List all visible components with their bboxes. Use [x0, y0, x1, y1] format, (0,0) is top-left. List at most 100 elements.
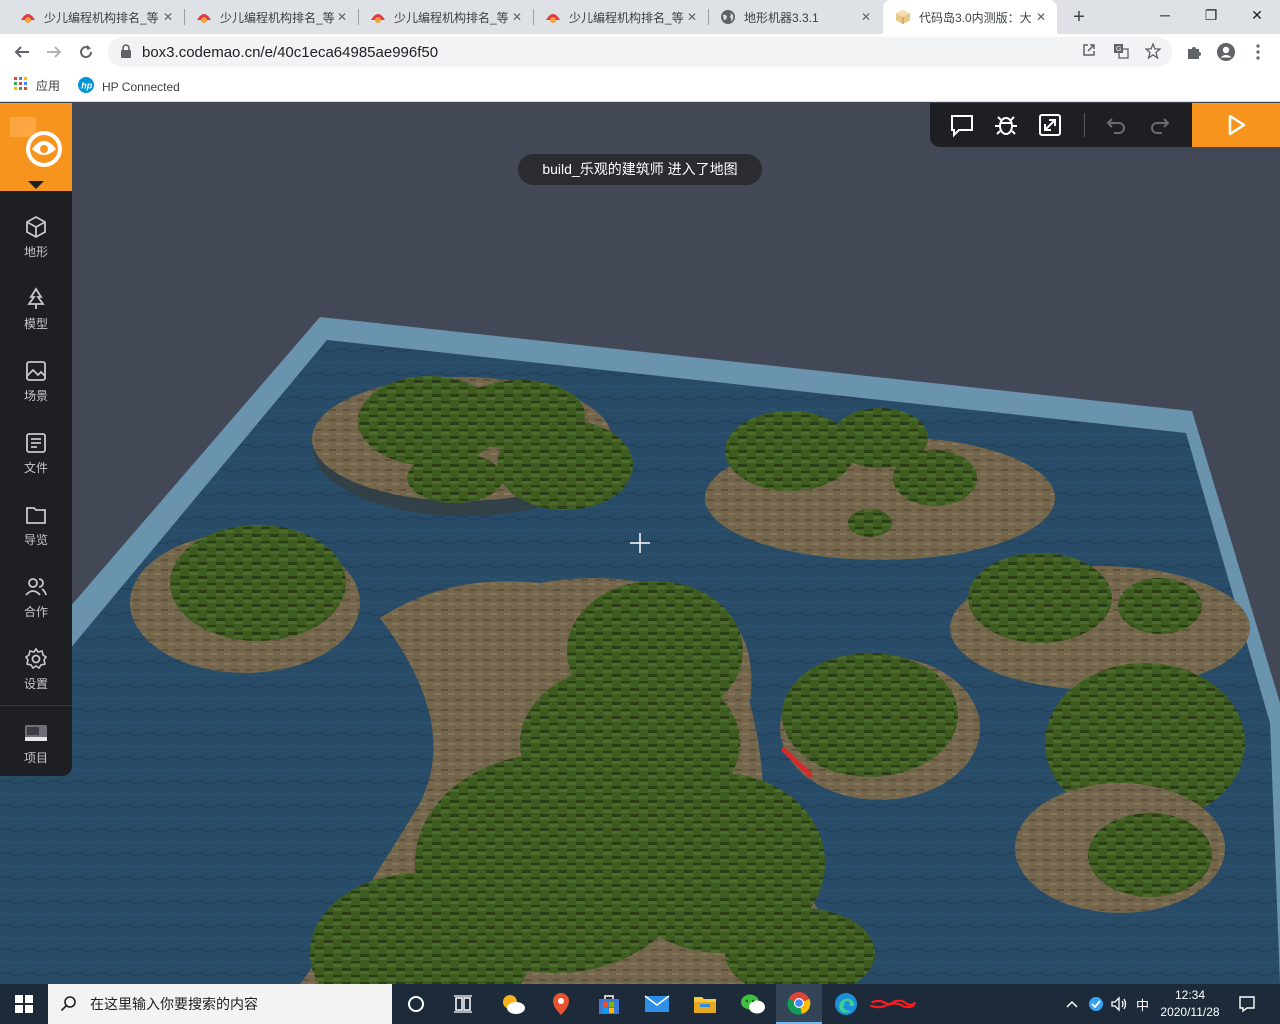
- taskbar-search-box[interactable]: 在这里输入你要搜索的内容: [48, 984, 392, 1024]
- browser-tab[interactable]: 少儿编程机构排名_等 ✕: [358, 0, 533, 34]
- tray-volume[interactable]: [1110, 984, 1128, 1024]
- redo-button[interactable]: [1146, 111, 1174, 139]
- browser-tab[interactable]: 少儿编程机构排名_等 ✕: [8, 0, 184, 34]
- extensions-button[interactable]: [1180, 38, 1208, 66]
- task-view-icon: [454, 995, 472, 1013]
- back-button[interactable]: [8, 38, 36, 66]
- tray-show-hidden[interactable]: [1066, 984, 1078, 1024]
- clock-time: 12:34: [1174, 988, 1206, 1002]
- mail-icon: [644, 995, 670, 1012]
- store-bag-icon: [599, 995, 619, 1014]
- close-tab-icon[interactable]: ✕: [858, 10, 874, 24]
- debug-button[interactable]: [992, 111, 1020, 139]
- sidebar-item-file[interactable]: 文件: [0, 423, 72, 487]
- taskbar-wechat-app[interactable]: [730, 984, 776, 1024]
- browser-tab[interactable]: 少儿编程机构排名_等 ✕: [184, 0, 358, 34]
- sidebar-item-settings[interactable]: 设置: [0, 639, 72, 703]
- taskbar-store-app[interactable]: [586, 984, 632, 1024]
- taskbar-maps-app[interactable]: [538, 984, 584, 1024]
- taskbar-explorer-app[interactable]: [682, 984, 728, 1024]
- close-tab-icon[interactable]: ✕: [334, 10, 350, 24]
- users-icon: [25, 578, 47, 596]
- notification-center-button[interactable]: [1238, 984, 1256, 1024]
- browser-tab-active[interactable]: 代码岛3.0内测版：大 ✕: [883, 0, 1057, 34]
- undo-button[interactable]: [1102, 111, 1130, 139]
- profile-button[interactable]: [1212, 38, 1240, 66]
- sidebar-item-project[interactable]: 项目: [0, 713, 72, 777]
- chrome-icon: [787, 992, 811, 1015]
- file-list-icon: [26, 433, 46, 453]
- restore-button[interactable]: ❐: [1188, 0, 1234, 30]
- codemao-icon: [196, 9, 212, 25]
- cortana-button[interactable]: [393, 984, 439, 1024]
- bookmark-apps[interactable]: 应用: [14, 77, 60, 94]
- reload-icon: [80, 45, 93, 59]
- close-tab-icon[interactable]: ✕: [1033, 10, 1049, 24]
- taskbar-edge-app[interactable]: [823, 984, 869, 1024]
- sidebar-item-scene[interactable]: 场景: [0, 351, 72, 415]
- project-thumbnail-icon: [25, 725, 47, 741]
- hp-icon: hp: [78, 77, 94, 96]
- bookmark-star-icon[interactable]: [1144, 42, 1162, 61]
- open-in-new-icon[interactable]: [1080, 43, 1098, 61]
- codemao-icon: [370, 9, 386, 25]
- browser-tab[interactable]: 少儿编程机构排名_等 ✕: [533, 0, 708, 34]
- taskbar-redacted-apps[interactable]: [870, 984, 916, 1024]
- taskbar-chrome-app[interactable]: [776, 984, 822, 1024]
- fullscreen-button[interactable]: [1036, 111, 1064, 139]
- close-window-button[interactable]: ✕: [1234, 0, 1280, 30]
- sidebar-item-model[interactable]: 模型: [0, 279, 72, 343]
- sidebar-label: 导览: [23, 533, 48, 547]
- tray-network[interactable]: [1088, 984, 1104, 1024]
- task-view-button[interactable]: [440, 984, 486, 1024]
- taskbar-weather-app[interactable]: [490, 984, 536, 1024]
- chat-button[interactable]: [948, 111, 976, 139]
- speaker-icon: [1111, 996, 1127, 1012]
- undo-icon: [1106, 118, 1125, 134]
- debug-bug-icon: [995, 116, 1017, 135]
- sidebar-item-collaborate[interactable]: 合作: [0, 567, 72, 631]
- run-button[interactable]: [1192, 103, 1280, 147]
- forward-button[interactable]: [40, 38, 68, 66]
- map-pin-icon: [553, 993, 569, 1015]
- close-tab-icon[interactable]: ✕: [684, 10, 700, 24]
- sidebar-item-guide[interactable]: 导览: [0, 495, 72, 559]
- sidebar-divider: [0, 705, 72, 706]
- sidebar-item-terrain[interactable]: 地形: [0, 207, 72, 271]
- editor-sidebar: 地形 模型 场景 文件 导览 合作 设置 项目: [0, 103, 72, 776]
- translate-icon[interactable]: G: [1112, 43, 1130, 61]
- close-tab-icon[interactable]: ✕: [509, 10, 525, 24]
- tab-title: 少儿编程机构排名_等: [394, 10, 509, 25]
- browser-tab[interactable]: 地形机器3.3.1 ✕: [708, 0, 882, 34]
- new-tab-button[interactable]: +: [1066, 4, 1092, 30]
- reload-button[interactable]: [72, 38, 100, 66]
- address-bar[interactable]: box3.codemao.cn/e/40c1eca64985ae996f50 G: [108, 37, 1172, 67]
- editor-toolbar: [930, 103, 1280, 147]
- browser-menu-button[interactable]: [1244, 38, 1272, 66]
- tree-icon: [27, 287, 45, 309]
- tab-title: 地形机器3.3.1: [744, 10, 819, 25]
- arrow-right-icon: [47, 46, 62, 58]
- player-joined-toast: build_乐观的建筑师 进入了地图: [518, 154, 762, 185]
- bookmark-hp-connected[interactable]: hp HP Connected: [78, 77, 180, 96]
- logo-dropdown-icon[interactable]: [28, 181, 44, 189]
- tray-ime[interactable]: 中: [1136, 984, 1149, 1024]
- arrow-left-icon: [14, 46, 29, 58]
- close-tab-icon[interactable]: ✕: [160, 10, 176, 24]
- codemao-logo[interactable]: [0, 103, 72, 191]
- lock-icon[interactable]: [120, 44, 132, 63]
- globe-icon: [720, 9, 736, 25]
- play-icon: [1228, 114, 1246, 136]
- url-text[interactable]: box3.codemao.cn/e/40c1eca64985ae996f50: [142, 44, 438, 61]
- start-button[interactable]: [0, 984, 48, 1024]
- minimize-button[interactable]: ─: [1142, 0, 1188, 30]
- apps-grid-icon: [14, 77, 28, 94]
- more-vertical-icon: [1256, 44, 1260, 60]
- box3-icon: [895, 9, 911, 25]
- account-icon: [1217, 43, 1235, 61]
- taskbar-mail-app[interactable]: [634, 984, 680, 1024]
- sidebar-label: 文件: [23, 461, 48, 475]
- ime-indicator: 中: [1136, 997, 1150, 1013]
- crosshair-icon: [630, 533, 650, 553]
- taskbar-clock[interactable]: 12:34 2020/11/28: [1150, 987, 1230, 1021]
